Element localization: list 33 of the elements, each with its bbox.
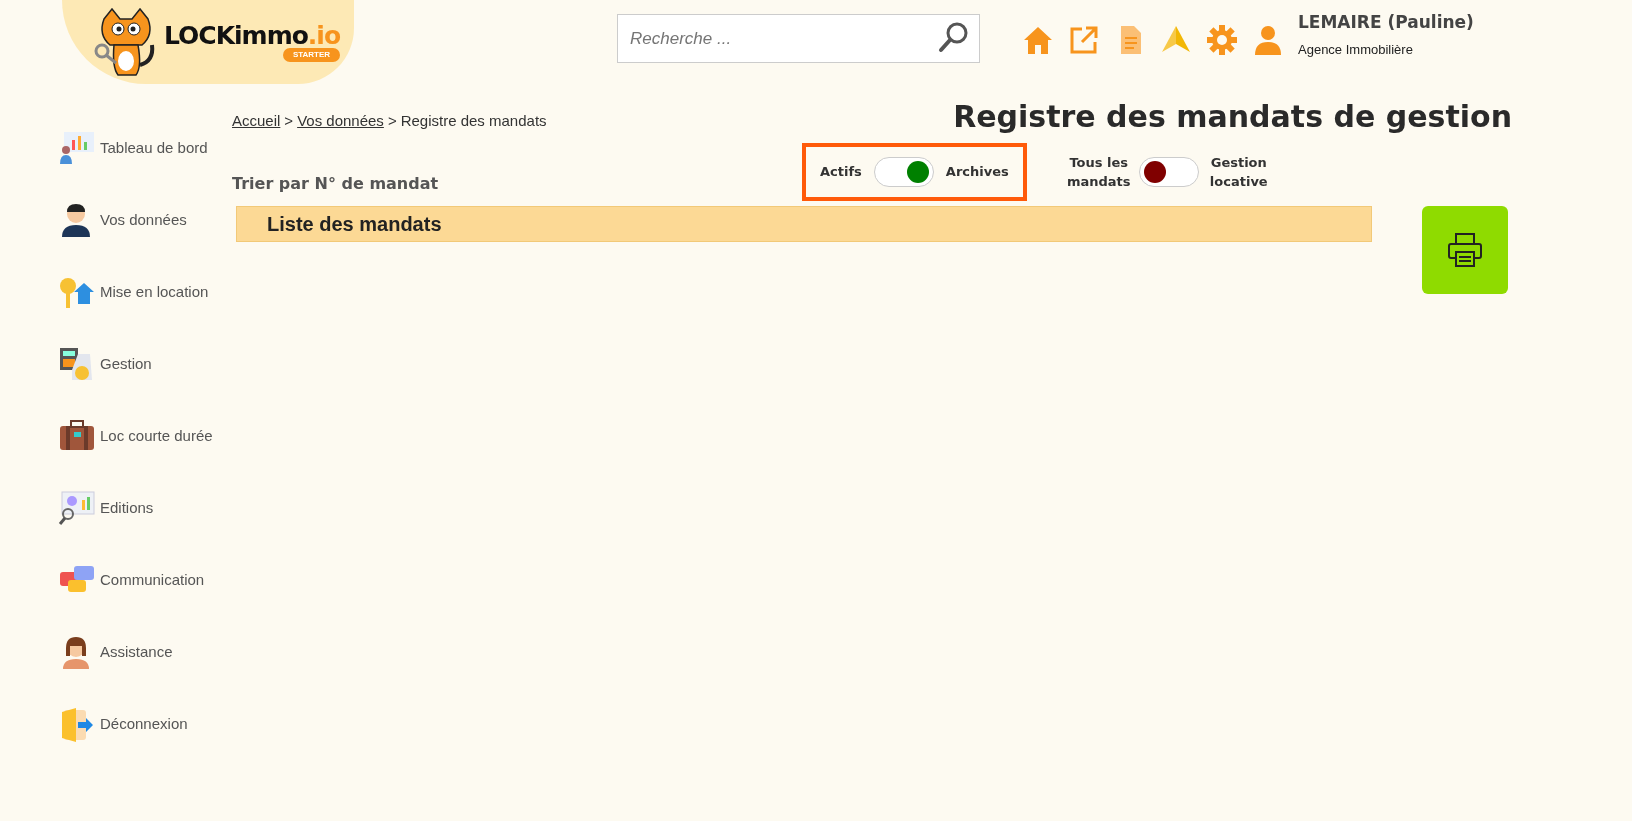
sidebar-item[interactable]: Tableau de bord bbox=[58, 112, 232, 184]
home-icon[interactable] bbox=[1022, 24, 1054, 56]
user-role: Agence Immobilière bbox=[1298, 40, 1414, 59]
sidebar-item[interactable]: Loc courte durée bbox=[58, 400, 232, 472]
user-icon[interactable] bbox=[1252, 24, 1284, 56]
sidebar-item[interactable]: Assistance bbox=[58, 616, 232, 688]
breadcrumb-separator: > bbox=[387, 111, 397, 131]
breadcrumb-separator: > bbox=[284, 111, 294, 131]
breadcrumb-link[interactable]: Vos données bbox=[297, 110, 384, 133]
toggle-label: Tous les mandats bbox=[1065, 153, 1132, 191]
toggle-switch[interactable] bbox=[1138, 157, 1199, 187]
search-field[interactable]: Recherche ... bbox=[617, 14, 980, 63]
toggle-switch[interactable] bbox=[873, 157, 934, 187]
sidebar-item[interactable]: Vos données bbox=[58, 184, 232, 256]
sidebar-item[interactable]: Editions bbox=[58, 472, 232, 544]
page-title: Registre des mandats de gestion bbox=[953, 102, 1512, 132]
sidebar-item[interactable]: Communication bbox=[58, 544, 232, 616]
settings-icon[interactable] bbox=[1206, 24, 1238, 56]
sidebar-item[interactable]: Gestion bbox=[58, 328, 232, 400]
toggle-label: Gestion locative bbox=[1208, 153, 1269, 191]
toggle-label: Actifs bbox=[820, 163, 862, 182]
logo-text: LOCKimmo.io bbox=[164, 22, 341, 48]
sidebar-item[interactable]: Mise en location bbox=[58, 256, 232, 328]
list-header: Liste des mandats bbox=[236, 205, 1372, 242]
sort-label: Trier par N° de mandat bbox=[232, 173, 440, 195]
print-button[interactable] bbox=[1422, 205, 1508, 294]
breadcrumb-link[interactable]: Accueil bbox=[232, 110, 281, 133]
plan-badge: STARTER bbox=[282, 47, 341, 62]
sidebar-item[interactable]: Déconnexion bbox=[58, 688, 232, 760]
user-name: LEMAIRE (Pauline) bbox=[1298, 11, 1474, 34]
breadcrumb-current: Registre des mandats bbox=[400, 111, 547, 131]
external-link-icon[interactable] bbox=[1068, 24, 1100, 56]
toggle-label: Archives bbox=[945, 163, 1009, 182]
